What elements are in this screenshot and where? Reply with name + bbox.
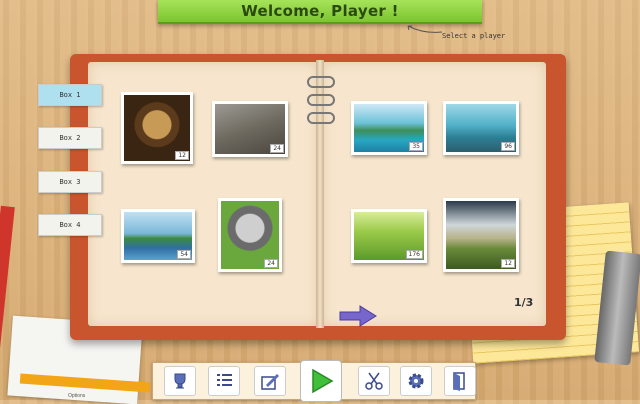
puzzle-card-stone-ruins[interactable]: 24: [212, 101, 288, 157]
scissors-icon: [365, 372, 383, 390]
binder-ring: [307, 112, 335, 124]
piece-count: 12: [175, 151, 189, 160]
piece-count: 54: [177, 250, 191, 259]
exit-icon: [453, 372, 465, 391]
play-icon: [312, 368, 334, 394]
puzzle-card-lake-mountains[interactable]: 54: [121, 209, 195, 263]
piece-count: 96: [501, 142, 515, 151]
exit-button[interactable]: [444, 366, 476, 396]
piece-count: 24: [264, 259, 278, 268]
piece-count: 35: [409, 142, 423, 151]
binder-ring: [307, 94, 335, 106]
welcome-text: Welcome, Player !: [241, 2, 399, 20]
piece-count: 12: [501, 259, 515, 268]
page-indicator: 1/3: [514, 296, 534, 309]
puzzle-card-sunset-road[interactable]: 12: [443, 198, 519, 272]
binder-ring: [307, 76, 335, 88]
hint-arrow-icon: [407, 25, 443, 33]
trophy-icon: [174, 373, 186, 389]
trophy-button[interactable]: [164, 366, 196, 396]
piece-count: 176: [405, 250, 423, 259]
list-icon: [217, 374, 232, 386]
puzzle-card-kitten-meadow[interactable]: 176: [351, 209, 427, 263]
settings-button[interactable]: [400, 366, 432, 396]
play-button[interactable]: [300, 360, 342, 402]
puzzle-card-raccoon[interactable]: 24: [218, 198, 282, 272]
tab-box-1[interactable]: Box 1: [38, 84, 102, 106]
tab-box-4[interactable]: Box 4: [38, 214, 102, 236]
edit-icon: [261, 374, 279, 390]
gear-icon: [408, 373, 424, 389]
next-page-arrow-icon[interactable]: [338, 304, 378, 328]
select-player-hint[interactable]: Select a player: [442, 32, 505, 40]
pencil-label: Options: [68, 393, 86, 399]
edit-button[interactable]: [254, 366, 286, 396]
puzzle-card-shipwreck[interactable]: 96: [443, 101, 519, 155]
tab-box-2[interactable]: Box 2: [38, 127, 102, 149]
tab-box-3[interactable]: Box 3: [38, 171, 102, 193]
welcome-banner: Welcome, Player !: [158, 0, 482, 24]
puzzle-card-clock[interactable]: 12: [121, 92, 193, 164]
piece-count: 24: [270, 144, 284, 153]
list-button[interactable]: [208, 366, 240, 396]
puzzle-card-tropical-islands[interactable]: 35: [351, 101, 427, 155]
scissors-button[interactable]: [358, 366, 390, 396]
